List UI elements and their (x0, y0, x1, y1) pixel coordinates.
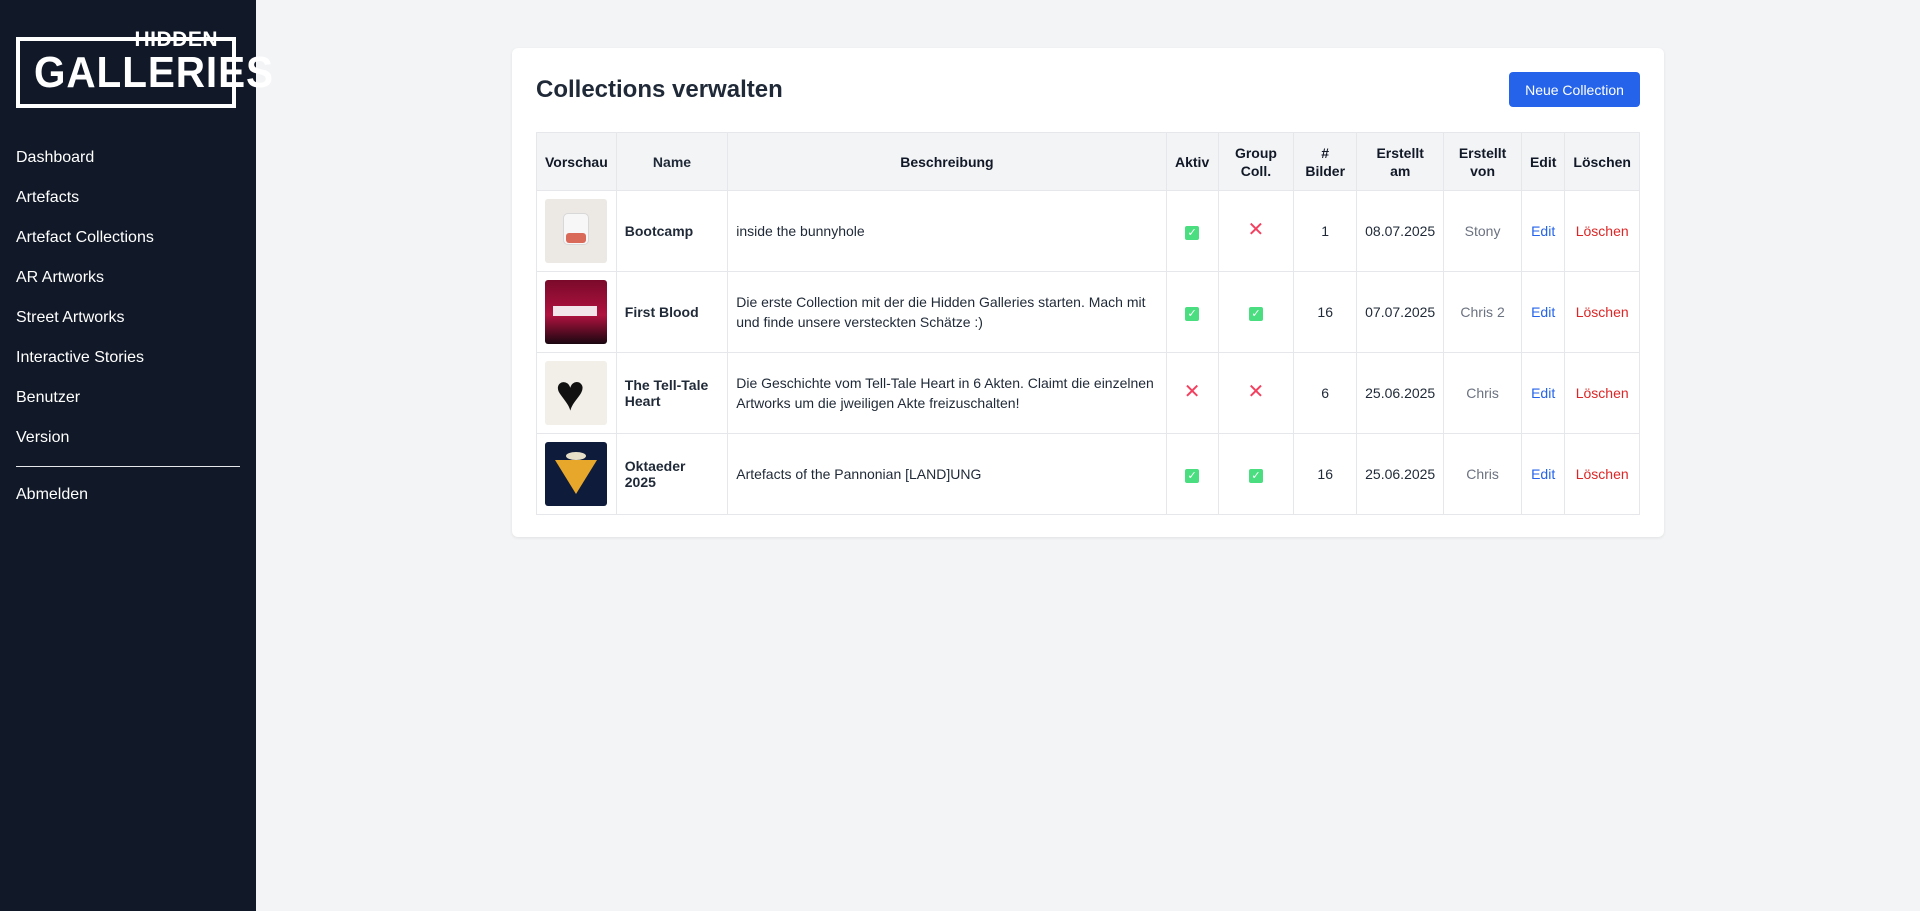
logo-galleries-word: GALLERIES (34, 48, 274, 97)
group-cell: ✓ (1217, 271, 1295, 353)
table-row: Bootcamp inside the bunnyhole ✓ ✕ 1 08.0… (536, 190, 1640, 272)
header-images: # Bilder (1293, 132, 1358, 191)
table-row: Oktaeder 2025 Artefacts of the Pannonian… (536, 433, 1640, 515)
collection-name: First Blood (615, 271, 729, 353)
created-by: Chris (1443, 352, 1522, 434)
active-cell: ✓ (1165, 271, 1219, 353)
created-by: Chris 2 (1443, 271, 1522, 353)
images-count: 16 (1293, 433, 1358, 515)
delete-cell: Löschen (1564, 271, 1640, 353)
checkmark-icon: ✓ (1248, 306, 1263, 321)
edit-link[interactable]: Edit (1531, 223, 1555, 239)
header-preview: Vorschau (536, 132, 617, 191)
collection-thumbnail (545, 199, 608, 263)
jar-fill-shape (566, 233, 587, 243)
sidebar-item-street-artworks[interactable]: Street Artworks (0, 298, 256, 338)
table-row: First Blood Die erste Collection mit der… (536, 271, 1640, 353)
delete-link[interactable]: Löschen (1576, 223, 1629, 239)
hidden-galleries-logo[interactable]: HIDDEN GALLERIES (16, 28, 273, 108)
group-cell: ✓ (1217, 433, 1295, 515)
sidebar-item-version[interactable]: Version (0, 418, 256, 458)
cross-icon: ✕ (1183, 381, 1201, 403)
delete-link[interactable]: Löschen (1576, 466, 1629, 482)
group-cell: ✕ (1217, 352, 1295, 434)
created-at: 08.07.2025 (1356, 190, 1445, 272)
sidebar-item-artefact-collections[interactable]: Artefact Collections (0, 218, 256, 258)
checkmark-icon: ✓ (1185, 306, 1200, 321)
edit-link[interactable]: Edit (1531, 385, 1555, 401)
active-cell: ✓ (1165, 190, 1219, 272)
header-name: Name (615, 132, 729, 191)
delete-link[interactable]: Löschen (1576, 385, 1629, 401)
logo-hidden-word: HIDDEN (134, 28, 218, 51)
collection-description: Die erste Collection mit der die Hidden … (727, 271, 1167, 353)
collection-thumbnail (545, 280, 608, 344)
collection-thumbnail: ♥ (545, 361, 608, 425)
edit-link[interactable]: Edit (1531, 466, 1555, 482)
active-cell: ✕ (1165, 352, 1219, 434)
group-cell: ✕ (1217, 190, 1295, 272)
images-count: 6 (1293, 352, 1358, 434)
delete-link[interactable]: Löschen (1576, 304, 1629, 320)
preview-cell: ♥ (536, 352, 617, 434)
delete-cell: Löschen (1564, 433, 1640, 515)
triangle-shape (555, 460, 598, 494)
cross-icon: ✕ (1247, 219, 1265, 241)
sidebar-item-interactive-stories[interactable]: Interactive Stories (0, 338, 256, 378)
edit-link[interactable]: Edit (1531, 304, 1555, 320)
anatomical-heart-icon: ♥ (555, 365, 586, 421)
header-created-by: Erstellt von (1443, 132, 1522, 191)
created-at: 25.06.2025 (1356, 433, 1445, 515)
header-group: Group Coll. (1217, 132, 1295, 191)
delete-cell: Löschen (1564, 190, 1640, 272)
sidebar-nav: Dashboard Artefacts Artefact Collections… (0, 138, 256, 515)
header-active: Aktiv (1165, 132, 1219, 191)
header-created-at: Erstellt am (1356, 132, 1445, 191)
sidebar-item-benutzer[interactable]: Benutzer (0, 378, 256, 418)
preview-cell (536, 271, 617, 353)
edit-cell: Edit (1520, 190, 1566, 272)
sidebar-item-dashboard[interactable]: Dashboard (0, 138, 256, 178)
header-description: Beschreibung (727, 132, 1167, 191)
created-at: 07.07.2025 (1356, 271, 1445, 353)
collection-name: Oktaeder 2025 (615, 433, 729, 515)
sidebar-item-ar-artworks[interactable]: AR Artworks (0, 258, 256, 298)
sidebar-divider (16, 466, 240, 467)
images-count: 1 (1293, 190, 1358, 272)
sidebar: HIDDEN GALLERIES Dashboard Artefacts Art… (0, 0, 273, 911)
thumbnail-label-shape (553, 306, 598, 316)
header-delete: Löschen (1564, 132, 1640, 191)
created-by: Chris (1443, 433, 1522, 515)
collection-name: Bootcamp (615, 190, 729, 272)
edit-cell: Edit (1520, 433, 1566, 515)
delete-cell: Löschen (1564, 352, 1640, 434)
collection-description: inside the bunnyhole (727, 190, 1167, 272)
checkmark-icon: ✓ (1185, 225, 1200, 240)
edit-cell: Edit (1520, 271, 1566, 353)
new-collection-button[interactable]: Neue Collection (1509, 72, 1640, 107)
collection-name: The Tell-Tale Heart (615, 352, 729, 434)
checkmark-icon: ✓ (1185, 468, 1200, 483)
ufo-shape (566, 452, 587, 460)
created-at: 25.06.2025 (1356, 352, 1445, 434)
collections-table: Vorschau Name Beschreibung Aktiv Group C… (536, 132, 1640, 515)
preview-cell (536, 190, 617, 272)
collection-description: Die Geschichte vom Tell-Tale Heart in 6 … (727, 352, 1167, 434)
logout-link[interactable]: Abmelden (0, 475, 256, 515)
images-count: 16 (1293, 271, 1358, 353)
table-header-row: Vorschau Name Beschreibung Aktiv Group C… (536, 132, 1640, 191)
table-row: ♥ The Tell-Tale Heart Die Geschichte vom… (536, 352, 1640, 434)
sidebar-item-artefacts[interactable]: Artefacts (0, 178, 256, 218)
collections-card: Collections verwalten Neue Collection Vo… (512, 48, 1664, 537)
header-edit: Edit (1520, 132, 1566, 191)
active-cell: ✓ (1165, 433, 1219, 515)
page-title: Collections verwalten (536, 76, 783, 103)
edit-cell: Edit (1520, 352, 1566, 434)
collection-thumbnail (545, 442, 608, 506)
collection-description: Artefacts of the Pannonian [LAND]UNG (727, 433, 1167, 515)
created-by: Stony (1443, 190, 1522, 272)
checkmark-icon: ✓ (1248, 468, 1263, 483)
cross-icon: ✕ (1247, 381, 1265, 403)
preview-cell (536, 433, 617, 515)
